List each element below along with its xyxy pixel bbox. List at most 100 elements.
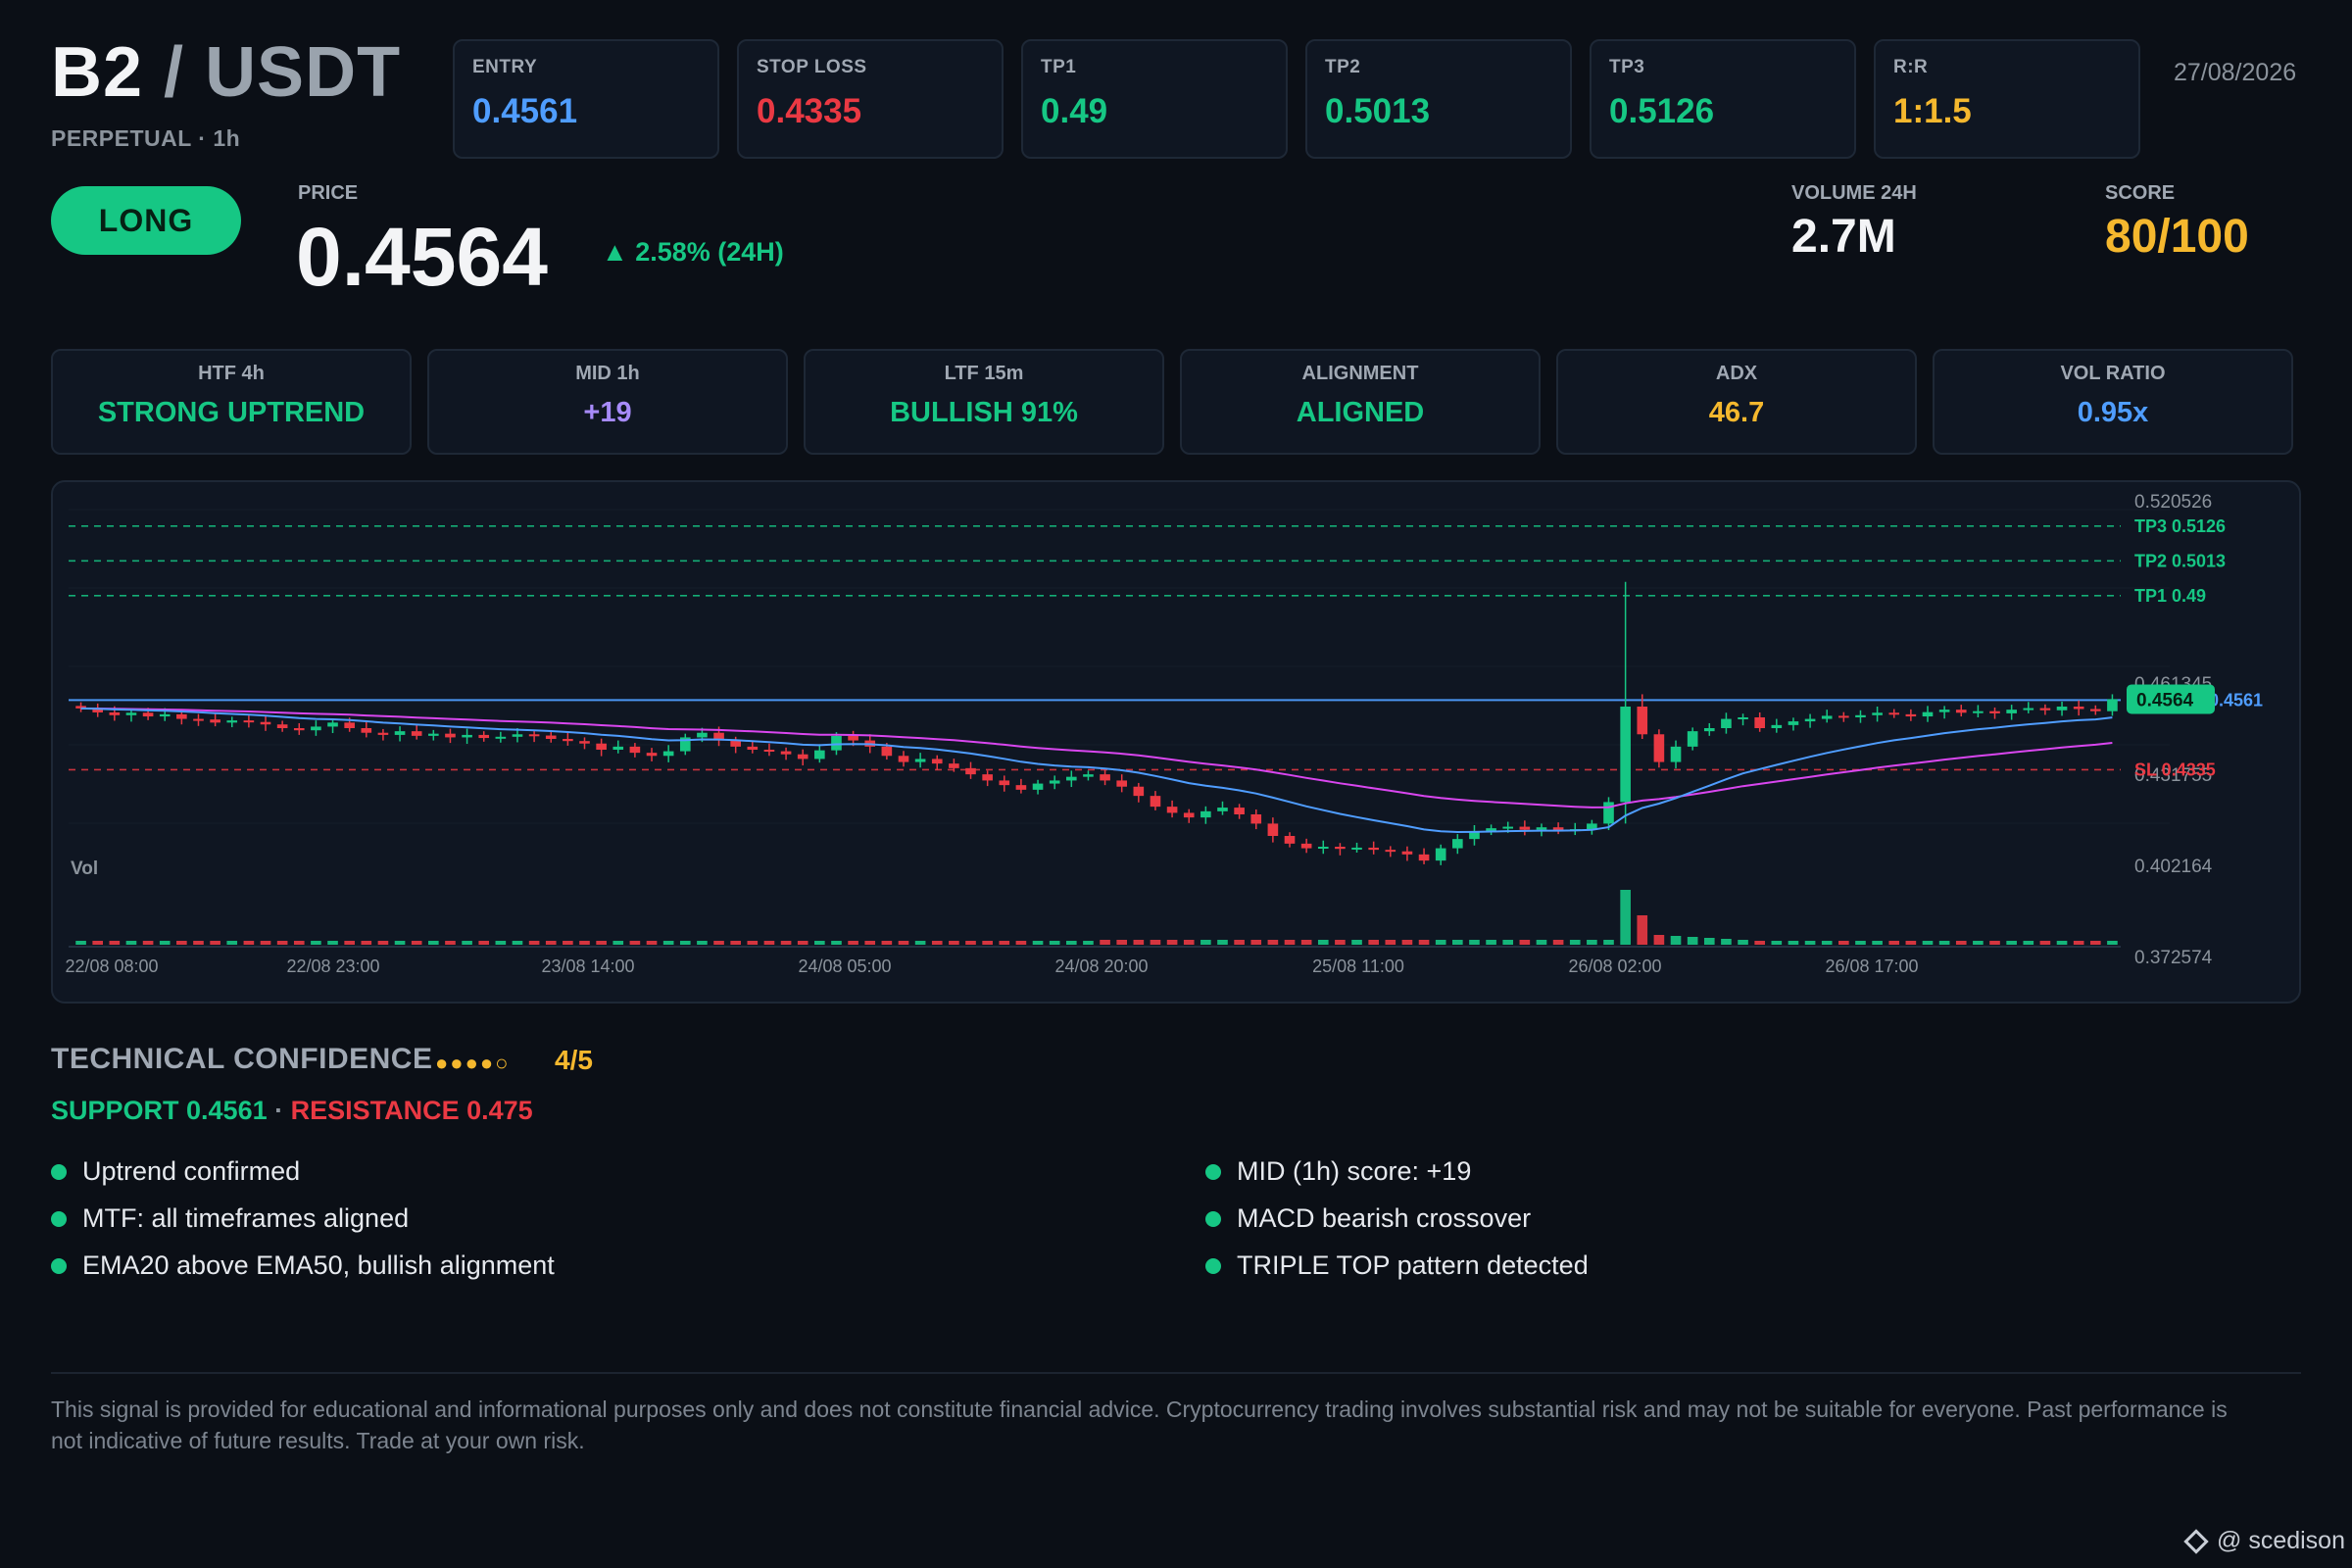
price-chart[interactable]: 0.520526 0.461345 0.431755 0.402164 0.372574… xyxy=(51,480,2301,1004)
volume-bar xyxy=(982,941,993,945)
volume-bar xyxy=(478,941,490,945)
volume-bar xyxy=(1015,941,1027,945)
candle-body xyxy=(1267,823,1279,836)
footer-divider xyxy=(51,1372,2301,1374)
watermark-text: @ scedison xyxy=(2217,1527,2345,1554)
volume-bar xyxy=(125,941,137,945)
candle-body xyxy=(1955,710,1967,713)
price-change-24h: ▲ 2.58% (24H) xyxy=(602,237,784,267)
reason-text: MID (1h) score: +19 xyxy=(1237,1156,1472,1186)
volume-bar xyxy=(1116,940,1128,945)
resistance-level: RESISTANCE 0.475 xyxy=(290,1096,533,1125)
candle-body xyxy=(848,735,858,741)
volume-bar xyxy=(75,941,86,945)
htf-card: HTF 4h STRONG UPTREND xyxy=(51,349,412,455)
volume-bar xyxy=(445,941,456,945)
volume-bar xyxy=(747,941,759,945)
volume-bar xyxy=(243,941,255,945)
candle-body xyxy=(747,746,759,750)
volume-bar xyxy=(1670,936,1682,945)
tp2-value: 0.5013 xyxy=(1325,92,1431,130)
tp1-card: TP1 0.49 xyxy=(1021,39,1288,159)
candle-body xyxy=(697,732,708,738)
candle-body xyxy=(1804,718,1816,722)
candle-body xyxy=(1637,707,1648,735)
level-label: SL 0.4335 xyxy=(2134,760,2216,779)
candle-body xyxy=(914,759,926,762)
candle-body xyxy=(1922,711,1934,717)
bullet-dot-icon xyxy=(1205,1257,1221,1274)
volume-bar xyxy=(1234,940,1245,945)
diamond-logo-icon xyxy=(2183,1528,2209,1554)
candle-body xyxy=(2107,699,2118,711)
candle-body xyxy=(1300,843,1312,849)
candle-body xyxy=(1703,728,1715,732)
candle-body xyxy=(1133,786,1145,797)
reason-text: TRIPLE TOP pattern detected xyxy=(1237,1250,1589,1280)
candle-body xyxy=(1687,731,1698,747)
x-tick-label: 24/08 05:00 xyxy=(798,956,891,976)
volume-bar xyxy=(1955,941,1967,945)
volume-bar xyxy=(1351,940,1362,945)
volume-bar xyxy=(713,941,724,945)
reason-item: TRIPLE TOP pattern detected xyxy=(1205,1250,1589,1281)
candle-body xyxy=(1973,710,1984,713)
indicator-label: HTF 4h xyxy=(198,363,265,384)
volume-bar xyxy=(1938,941,1950,945)
volume-bar xyxy=(1435,940,1446,945)
stat-label: ENTRY xyxy=(472,57,538,77)
volume-bar xyxy=(1603,940,1614,945)
candle-body xyxy=(1670,746,1682,762)
volume-bar xyxy=(361,941,372,945)
candle-body xyxy=(243,720,255,723)
x-tick-label: 22/08 08:00 xyxy=(65,956,158,976)
candle-body xyxy=(1015,785,1027,790)
volume-bar xyxy=(1721,939,1732,945)
candle-body xyxy=(1435,848,1446,861)
tp3-card: TP3 0.5126 xyxy=(1590,39,1856,159)
level-label: TP2 0.5013 xyxy=(2134,551,2226,570)
last-price-label: 0.4564 xyxy=(2136,690,2194,710)
direction-badge: LONG xyxy=(51,186,241,255)
mid-value: +19 xyxy=(583,397,632,428)
volume-bar xyxy=(495,941,507,945)
candle-body xyxy=(260,721,271,725)
reason-text: MACD bearish crossover xyxy=(1237,1203,1532,1233)
market-subtitle: PERPETUAL · 1h xyxy=(51,125,241,151)
candle-body xyxy=(662,751,674,757)
candle-body xyxy=(1150,796,1161,808)
bullet-dot-icon xyxy=(1205,1210,1221,1227)
volume-bar xyxy=(2107,941,2118,945)
volume-bar xyxy=(1838,941,1849,945)
candle-body xyxy=(881,746,893,757)
stat-label: TP2 xyxy=(1325,57,1361,77)
volume-bar xyxy=(2039,941,2051,945)
candle-body xyxy=(1385,850,1396,853)
candle-body xyxy=(1721,718,1732,728)
confidence-score: 4/5 xyxy=(555,1045,593,1075)
volume-bar xyxy=(1905,941,1917,945)
volume-bar xyxy=(949,941,959,945)
volume-bar xyxy=(512,941,523,945)
volume-bar xyxy=(159,941,171,945)
volume-bar xyxy=(1620,890,1631,945)
volume-bar xyxy=(1653,935,1665,945)
reason-text: EMA20 above EMA50, bullish alignment xyxy=(82,1250,555,1280)
candle-body xyxy=(478,734,490,739)
volume-bar xyxy=(1100,940,1110,945)
watermark: @ scedison xyxy=(2183,1527,2345,1555)
volume-bar xyxy=(1300,940,1312,945)
volume-bar xyxy=(2056,941,2068,945)
confidence-dots: ●●●●○ xyxy=(435,1051,511,1075)
ltf-card: LTF 15m BULLISH 91% xyxy=(804,349,1164,455)
volume-bar xyxy=(1267,940,1279,945)
candle-body xyxy=(2056,707,2068,710)
volume-bar xyxy=(1317,940,1329,945)
volume-bar xyxy=(1150,940,1161,945)
volume-bar xyxy=(411,941,422,945)
volume-bar xyxy=(1888,941,1900,945)
candle-body xyxy=(462,734,472,738)
volume-bar xyxy=(1569,940,1581,945)
volume-bar xyxy=(1788,941,1799,945)
volume-bar xyxy=(730,941,741,945)
